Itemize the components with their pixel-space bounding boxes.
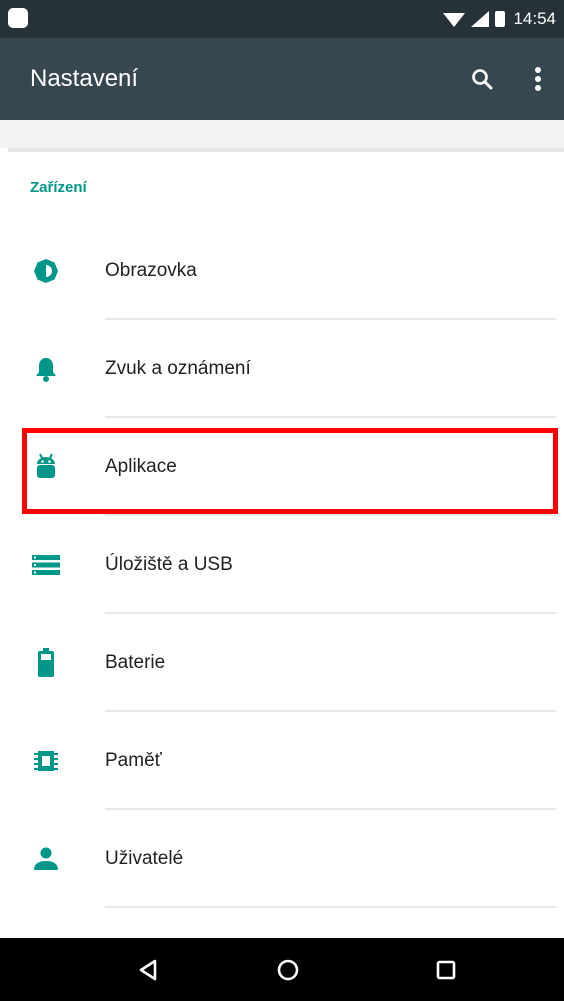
settings-item-display[interactable]: Obrazovka (0, 222, 564, 320)
top-strip (0, 120, 564, 148)
person-icon (28, 810, 64, 908)
search-button[interactable] (462, 59, 502, 99)
recents-icon (436, 960, 456, 979)
settings-item-battery[interactable]: Baterie (0, 614, 564, 712)
home-button[interactable] (258, 938, 318, 1001)
more-vert-icon (535, 67, 541, 91)
highlight-box (22, 428, 558, 514)
settings-item-label: Paměť (105, 750, 162, 771)
status-icons: 14:54 (443, 0, 556, 38)
back-button[interactable] (118, 938, 178, 1001)
settings-item-storage[interactable]: Úložiště a USB (0, 516, 564, 614)
settings-item-label: Zvuk a oznámení (105, 358, 251, 379)
settings-item-label: Úložiště a USB (105, 554, 233, 575)
status-bar: 14:54 (0, 0, 564, 38)
category-title: Zařízení (30, 179, 87, 196)
divider (8, 148, 564, 152)
status-time: 14:54 (513, 9, 556, 28)
settings-item-label: Uživatelé (105, 848, 184, 869)
search-icon (472, 69, 493, 90)
back-icon (139, 959, 157, 980)
more-options-button[interactable] (518, 59, 558, 99)
storage-icon (28, 516, 64, 614)
notification-icon (8, 8, 28, 28)
navigation-bar (0, 938, 564, 1001)
settings-item-label: Obrazovka (105, 260, 197, 281)
page-title: Nastavení (30, 65, 139, 92)
memory-icon (28, 712, 64, 810)
settings-item-memory[interactable]: Paměť (0, 712, 564, 810)
divider (105, 906, 556, 908)
battery-status-icon (495, 11, 506, 27)
bell-icon (28, 320, 64, 418)
settings-item-label: Baterie (105, 652, 166, 673)
brightness-icon (28, 222, 64, 320)
home-icon (277, 959, 299, 980)
settings-item-users[interactable]: Uživatelé (0, 810, 564, 908)
signal-icon (471, 11, 490, 27)
settings-item-sound[interactable]: Zvuk a oznámení (0, 320, 564, 418)
settings-list: Obrazovka Zvuk a oznámení Aplikace Úloži… (0, 222, 564, 908)
app-bar: Nastavení (0, 38, 564, 120)
battery-icon (28, 614, 64, 712)
recents-button[interactable] (416, 938, 476, 1001)
wifi-icon (443, 13, 466, 27)
